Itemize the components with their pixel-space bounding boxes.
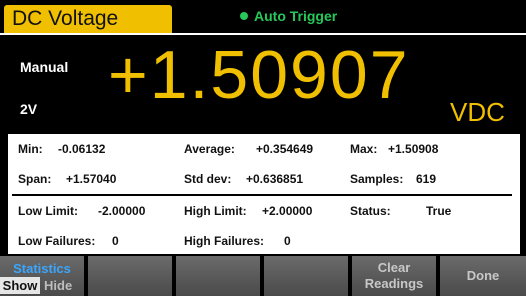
span-value: +1.57040 bbox=[66, 172, 117, 186]
statistics-softkey[interactable]: Statistics Show Hide bbox=[0, 256, 86, 296]
low-failures-value: 0 bbox=[112, 234, 119, 248]
reading-unit: VDC bbox=[450, 97, 505, 127]
clear-readings-line2: Readings bbox=[364, 276, 424, 291]
stats-row-failures: Low Failures: 0 High Failures: 0 bbox=[8, 226, 520, 256]
show-hide-toggle[interactable]: Show Hide bbox=[0, 277, 84, 294]
high-failures-label: High Failures: bbox=[184, 234, 265, 248]
samples-value: 619 bbox=[416, 172, 437, 186]
low-limit-label: Low Limit: bbox=[18, 204, 78, 218]
std-dev-value: +0.636851 bbox=[246, 172, 304, 186]
clear-readings-softkey[interactable]: Clear Readings bbox=[352, 256, 438, 296]
min-label: Min: bbox=[18, 142, 43, 156]
high-limit-value: +2.00000 bbox=[262, 204, 313, 218]
max-value: +1.50908 bbox=[388, 142, 439, 156]
hide-option[interactable]: Hide bbox=[44, 277, 84, 294]
low-failures-label: Low Failures: bbox=[18, 234, 96, 248]
average-label: Average: bbox=[184, 142, 235, 156]
done-softkey[interactable]: Done bbox=[440, 256, 526, 296]
average-value: +0.354649 bbox=[256, 142, 314, 156]
trigger-indicator-icon bbox=[240, 12, 248, 20]
status-value: True bbox=[426, 204, 452, 218]
softkey-bar: Statistics Show Hide Clear Readings Done bbox=[0, 256, 526, 296]
span-label: Span: bbox=[18, 172, 52, 186]
softkey-3[interactable] bbox=[176, 256, 262, 296]
stats-row-span: Span: +1.57040 Std dev: +0.636851 Sample… bbox=[8, 164, 520, 194]
high-limit-label: High Limit: bbox=[184, 204, 247, 218]
status-label: Status: bbox=[350, 204, 391, 218]
statistics-softkey-title: Statistics bbox=[13, 261, 71, 276]
min-value: -0.06132 bbox=[58, 142, 106, 156]
statistics-panel: Min: -0.06132 Average: +0.354649 Max: +1… bbox=[8, 134, 520, 254]
std-dev-label: Std dev: bbox=[184, 172, 232, 186]
clear-readings-line1: Clear bbox=[377, 260, 411, 275]
softkey-2[interactable] bbox=[88, 256, 174, 296]
trigger-status: Auto Trigger bbox=[240, 8, 337, 24]
top-bar: DC Voltage Auto Trigger bbox=[0, 0, 526, 36]
stats-row-minmax: Min: -0.06132 Average: +0.354649 Max: +1… bbox=[8, 134, 520, 164]
softkey-4[interactable] bbox=[264, 256, 350, 296]
clear-readings-label: Clear Readings bbox=[352, 260, 436, 292]
range-value-label: 2V bbox=[20, 101, 38, 117]
range-mode-label: Manual bbox=[20, 59, 69, 75]
high-failures-value: 0 bbox=[284, 234, 291, 248]
show-option[interactable]: Show bbox=[0, 277, 40, 294]
measurement-mode-tab[interactable]: DC Voltage bbox=[4, 5, 172, 33]
trigger-label: Auto Trigger bbox=[254, 8, 338, 24]
stats-row-limits: Low Limit: -2.00000 High Limit: +2.00000… bbox=[8, 196, 520, 226]
samples-label: Samples: bbox=[350, 172, 404, 186]
main-reading-display: Manual 2V +1.50907 VDC bbox=[0, 33, 526, 133]
low-limit-value: -2.00000 bbox=[98, 204, 146, 218]
done-label: Done bbox=[466, 268, 500, 283]
primary-reading: +1.50907 bbox=[108, 37, 410, 113]
max-label: Max: bbox=[350, 142, 378, 156]
